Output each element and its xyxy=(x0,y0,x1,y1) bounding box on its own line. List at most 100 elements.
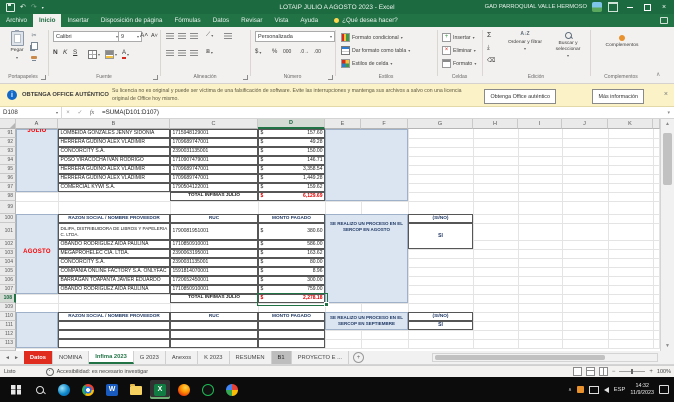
font-dialog-launcher-icon[interactable] xyxy=(153,75,158,80)
cell-si-august[interactable]: SI xyxy=(408,223,473,249)
edge-icon[interactable] xyxy=(54,380,74,399)
maximize-button[interactable] xyxy=(641,1,653,13)
account-name[interactable]: GAD PARROQUIAL VALLE HERMOSO xyxy=(485,4,587,10)
fill-color-button[interactable]: ▾ xyxy=(105,50,117,59)
column-header-A[interactable]: A xyxy=(16,119,58,129)
cell-D106[interactable]: $300.00 xyxy=(258,276,325,285)
cell-D104[interactable]: $80.00 xyxy=(258,258,325,267)
sheet-tab-nomina[interactable]: NOMINA xyxy=(53,351,89,364)
sheet-tab-proyecto-e-[interactable]: PROYECTO E ... xyxy=(292,351,349,364)
notifications-icon[interactable] xyxy=(659,385,669,394)
header-razon-august[interactable]: RAZON SOCIAL / NOMBRE PROVEEDOR xyxy=(58,214,170,223)
cell-B102[interactable]: OBANDO RODRIGUEZ AIDA PAULINA xyxy=(58,240,170,249)
row-header-110[interactable]: 110 xyxy=(0,312,16,321)
cell-D103[interactable]: $163.62 xyxy=(258,249,325,258)
cell-D97[interactable]: $159.62 xyxy=(258,183,325,192)
get-office-button[interactable]: Obtenga Office auténtico xyxy=(484,89,556,104)
row-header-101[interactable]: 101 xyxy=(0,223,16,240)
close-warning-icon[interactable]: × xyxy=(664,91,668,98)
cell-C97[interactable]: 1790504122001 xyxy=(170,183,258,192)
tab-archivo[interactable]: Archivo xyxy=(0,14,33,27)
zoom-slider[interactable] xyxy=(619,371,645,372)
wrap-text-button[interactable] xyxy=(224,33,232,39)
header-monto-september[interactable]: MONTO PAGADO xyxy=(258,312,325,321)
redo-icon[interactable]: ↷ xyxy=(31,3,37,11)
cell-D95[interactable]: $3,358.54 xyxy=(258,165,325,174)
decrease-decimal-icon[interactable]: .00 xyxy=(314,49,321,55)
cell-B101[interactable]: DILIPA, DISTRIBUIDORA DE LIBROS Y PAPELE… xyxy=(58,223,170,240)
sheet-nav-left-icon[interactable]: ◄ xyxy=(5,355,10,361)
word-icon[interactable]: W xyxy=(102,380,122,399)
increase-decimal-icon[interactable]: .0→ xyxy=(300,49,309,55)
page-layout-view-icon[interactable] xyxy=(586,367,595,376)
row-header-92[interactable]: 92 xyxy=(0,138,16,147)
font-name-select[interactable]: Calibri▾ xyxy=(53,31,121,42)
cell-B104[interactable]: CONCORCITY S.A. xyxy=(58,258,170,267)
cell-B112[interactable] xyxy=(58,330,170,339)
cell-D101[interactable]: $380.60 xyxy=(258,223,325,240)
cell-B94[interactable]: POSO VIRACOCHA IVAN RODRIGO xyxy=(58,156,170,165)
volume-icon[interactable] xyxy=(604,387,609,393)
format-painter-button[interactable] xyxy=(30,53,38,61)
column-header-K[interactable]: K xyxy=(608,119,653,129)
align-middle-button[interactable] xyxy=(178,33,186,39)
row-header-104[interactable]: 104 xyxy=(0,258,16,267)
close-button[interactable]: × xyxy=(658,1,670,13)
row-header-107[interactable]: 107 xyxy=(0,285,16,294)
font-size-select[interactable]: 9▾ xyxy=(118,31,142,42)
row-header-106[interactable]: 106 xyxy=(0,276,16,285)
save-icon[interactable] xyxy=(6,3,15,12)
column-header-G[interactable]: G xyxy=(408,119,473,129)
collapse-ribbon-icon[interactable]: ∧ xyxy=(656,71,660,78)
shield-icon[interactable] xyxy=(577,386,584,393)
zoom-out-icon[interactable]: − xyxy=(612,369,616,375)
cell-D94[interactable]: $146.71 xyxy=(258,156,325,165)
chrome-icon[interactable] xyxy=(78,380,98,399)
vertical-scroll-thumb[interactable] xyxy=(663,133,672,185)
vertical-scrollbar[interactable]: ▲ ▼ xyxy=(660,119,674,351)
cell-B106[interactable]: BARRAGAN TOAPANTA JAVIER EDUARDO xyxy=(58,276,170,285)
ribbon-display-options-icon[interactable] xyxy=(607,1,619,13)
sheet-tab-resumen[interactable]: RESUMEN xyxy=(230,351,272,364)
accessibility-status[interactable]: Accesibilidad: es necesario investigar xyxy=(57,369,148,375)
row-header-91[interactable]: 91 xyxy=(0,129,16,138)
horizontal-scroll-thumb[interactable] xyxy=(435,355,605,360)
cell-D111[interactable] xyxy=(258,321,325,330)
customize-qat-icon[interactable]: ▾ xyxy=(42,5,44,10)
cell-C94[interactable]: 1710907479001 xyxy=(170,156,258,165)
column-header-B[interactable]: B xyxy=(58,119,170,129)
cell-B91[interactable]: LOMBEIDA GONZALES JENNY SIDONIA xyxy=(58,129,170,138)
align-center-button[interactable] xyxy=(178,50,186,56)
number-dialog-launcher-icon[interactable] xyxy=(328,75,333,80)
cell-D96[interactable]: $1,449.28 xyxy=(258,174,325,183)
cell-C101[interactable]: 1790081951001 xyxy=(170,223,258,240)
cell-C95[interactable]: 1709689747001 xyxy=(170,165,258,174)
sheet-tab-k-2023[interactable]: K 2023 xyxy=(198,351,229,364)
photos-icon[interactable] xyxy=(222,380,242,399)
cell-styles-button[interactable]: Estilos de celda▾ xyxy=(341,59,392,68)
cell-D102[interactable]: $586.00 xyxy=(258,240,325,249)
percent-style-button[interactable]: % xyxy=(272,49,277,55)
cell-C108[interactable]: TOTAL INFIMAS JULIO xyxy=(170,294,258,303)
header-monto-august[interactable]: MONTO PAGADO xyxy=(258,214,325,223)
tell-me-search[interactable]: ¿Qué desea hacer? xyxy=(334,17,398,24)
more-info-button[interactable]: Más información xyxy=(592,89,644,104)
copy-button[interactable] xyxy=(30,42,38,50)
row-header-95[interactable]: 95 xyxy=(0,165,16,174)
column-header-D[interactable]: D xyxy=(258,119,325,129)
tab-datos[interactable]: Datos xyxy=(207,14,235,27)
sheet-tab-g-2023[interactable]: G 2023 xyxy=(134,351,166,364)
autosum-button[interactable]: Σ xyxy=(487,32,491,39)
cell-D105[interactable]: $8.96 xyxy=(258,267,325,276)
cell-C111[interactable] xyxy=(170,321,258,330)
cell-C106[interactable]: 1720652450001 xyxy=(170,276,258,285)
shrink-font-icon[interactable]: A˅ xyxy=(151,33,158,39)
undo-icon[interactable]: ↶ xyxy=(20,3,26,11)
cell-B96[interactable]: HERRERA GUDIÑO ALEX VLADIMIR xyxy=(58,174,170,183)
header-sino-september[interactable]: (SI/NO) xyxy=(408,312,473,321)
grow-font-icon[interactable]: A˄ xyxy=(140,32,148,39)
sort-filter-button[interactable]: A↓Z Ordenar y filtrar▾ xyxy=(505,32,545,52)
expand-formula-bar-icon[interactable]: ▾ xyxy=(667,110,670,116)
enter-icon[interactable]: ✓ xyxy=(74,109,86,116)
zoom-in-icon[interactable]: + xyxy=(649,369,653,375)
